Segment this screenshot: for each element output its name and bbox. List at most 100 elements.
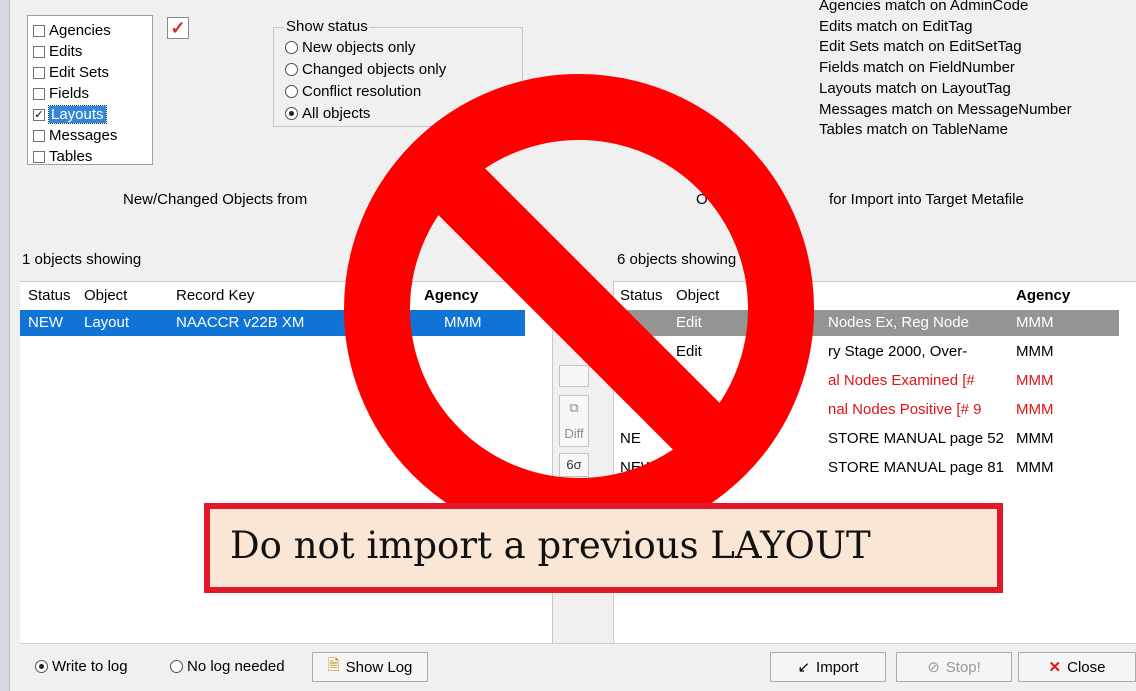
table-row[interactable]: NEW STORE MANUAL page 81 MMM [614, 455, 1119, 481]
cell-agency: MMM [1016, 343, 1054, 360]
stop-label: Stop! [945, 658, 981, 676]
cell-record-key: STORE MANUAL page 52 [828, 430, 1004, 447]
log-icon: 🗎 [327, 656, 340, 674]
status-option-label: Conflict resolution [302, 83, 422, 100]
object-type-label: Tables [49, 148, 93, 165]
object-type-layouts[interactable]: ✓ Layouts [28, 104, 152, 125]
cell-status: NEW [620, 459, 655, 476]
status-option[interactable]: All objects [285, 105, 370, 122]
diff-button[interactable]: ⧉ Diff [559, 395, 589, 447]
cell-record-key: al Nodes Examined [# [828, 372, 975, 389]
warning-callout: Do not import a previous LAYOUT [204, 503, 1003, 593]
no-log-label: No log needed [187, 658, 285, 675]
checkbox[interactable]: ✓ [33, 108, 45, 121]
col-object[interactable]: Object [676, 287, 719, 304]
write-log-option[interactable]: Write to log [35, 658, 128, 675]
col-object[interactable]: Object [84, 287, 127, 304]
table-row[interactable]: NEW Layout NAACCR v22B XM MMM [20, 310, 525, 336]
col-status[interactable]: Status [28, 287, 71, 304]
show-status-title: Show status [285, 18, 369, 35]
col-record-key[interactable]: Record Key [176, 287, 254, 304]
glasses-icon: 6σ [566, 457, 582, 472]
match-rule: Tables match on TableName [819, 121, 1008, 139]
object-type-messages[interactable]: Messages [28, 125, 152, 146]
status-option[interactable]: Conflict resolution [285, 83, 421, 100]
close-button[interactable]: ✕ Close [1018, 652, 1136, 682]
cell-object: Layout [84, 314, 130, 331]
match-rules: Agencies match on AdminCode Edits match o… [819, 0, 1072, 141]
status-option-label: Changed objects only [302, 61, 447, 78]
col-status[interactable]: Status [620, 287, 663, 304]
cell-status: NE [620, 430, 641, 447]
import-icon: ↙ [797, 659, 811, 676]
checkbox[interactable] [33, 87, 45, 100]
object-type-agencies[interactable]: Agencies [28, 20, 152, 41]
checkbox[interactable] [33, 129, 45, 142]
cell-agency: MMM [444, 314, 482, 331]
cell-record-key: NAACCR v22B XM [176, 314, 305, 331]
bottom-bar: Write to log No log needed 🗎 Show Log ↙ … [20, 643, 1136, 691]
check-all-button[interactable]: ✓ [167, 17, 189, 39]
view-glasses-button[interactable]: 6σ [559, 453, 589, 477]
cell-agency: MMM [1016, 459, 1054, 476]
right-pane-caption-prefix: O [696, 191, 708, 208]
close-icon: ✕ [1048, 659, 1062, 676]
object-type-label: Layouts [48, 105, 107, 124]
status-option[interactable]: Changed objects only [285, 61, 446, 78]
show-log-button[interactable]: 🗎 Show Log [312, 652, 428, 682]
no-log-radio[interactable] [170, 660, 183, 673]
stop-icon: ⊘ [927, 659, 940, 676]
match-rule: Edits match on EditTag [819, 17, 973, 35]
table-row[interactable]: nal Nodes Positive [# 9 MMM [614, 397, 1119, 423]
table-row[interactable]: al Nodes Examined [# MMM [614, 368, 1119, 394]
match-rule: Agencies match on AdminCode [819, 0, 1029, 14]
right-pane-caption: for Import into Target Metafile [829, 191, 1024, 208]
import-button[interactable]: ↙ Import [770, 652, 886, 682]
checkbox[interactable] [33, 66, 45, 79]
table-row[interactable]: NE STORE MANUAL page 52 MMM [614, 426, 1119, 452]
left-pane-caption: New/Changed Objects from [123, 191, 308, 208]
cell-record-key: nal Nodes Positive [# 9 [828, 401, 982, 418]
cell-agency: MMM [1016, 401, 1054, 418]
object-type-edit-sets[interactable]: Edit Sets [28, 62, 152, 83]
status-radio[interactable] [285, 107, 298, 120]
close-label: Close [1067, 658, 1106, 676]
show-log-label: Show Log [345, 658, 413, 676]
col-agency[interactable]: Agency [424, 287, 478, 304]
cell-status: NEW [28, 314, 63, 331]
checkbox[interactable] [33, 150, 45, 163]
object-type-fields[interactable]: Fields [28, 83, 152, 104]
table-row[interactable]: Edit Nodes Ex, Reg Node MMM [614, 310, 1119, 336]
checkbox[interactable] [33, 24, 45, 37]
cell-record-key: ry Stage 2000, Over- [828, 343, 968, 360]
no-log-option[interactable]: No log needed [170, 658, 285, 675]
match-rule: Layouts match on LayoutTag [819, 79, 1011, 97]
blank-button[interactable] [559, 365, 589, 387]
stop-button[interactable]: ⊘ Stop! [896, 652, 1012, 682]
status-radio[interactable] [285, 85, 298, 98]
match-rule: Edit Sets match on EditSetTag [819, 38, 1022, 56]
object-type-tables[interactable]: Tables [28, 146, 152, 167]
cell-object: Edit [676, 343, 702, 360]
cell-record-key: STORE MANUAL page 81 [828, 459, 1004, 476]
table-row[interactable]: Edit ry Stage 2000, Over- MMM [614, 339, 1119, 365]
status-option[interactable]: New objects only [285, 39, 415, 56]
diff-label: Diff [564, 426, 584, 441]
diff-icon: ⧉ [569, 400, 579, 415]
right-object-count: 6 objects showing [617, 251, 737, 268]
status-option-label: All objects [302, 105, 371, 122]
cell-agency: MMM [1016, 372, 1054, 389]
object-type-label: Messages [49, 127, 118, 144]
checkbox[interactable] [33, 45, 45, 58]
object-type-label: Agencies [49, 22, 111, 39]
match-rule: Fields match on FieldNumber [819, 59, 1015, 77]
object-type-edits[interactable]: Edits [28, 41, 152, 62]
status-radio[interactable] [285, 63, 298, 76]
object-type-label: Edit Sets [49, 64, 110, 81]
match-rule: Messages match on MessageNumber [819, 100, 1072, 118]
write-log-radio[interactable] [35, 660, 48, 673]
col-agency[interactable]: Agency [1016, 287, 1070, 304]
status-radio[interactable] [285, 41, 298, 54]
object-type-label: Edits [49, 43, 83, 60]
object-type-list: Agencies Edits Edit Sets Fields ✓ Layouts Mess… [27, 15, 153, 165]
